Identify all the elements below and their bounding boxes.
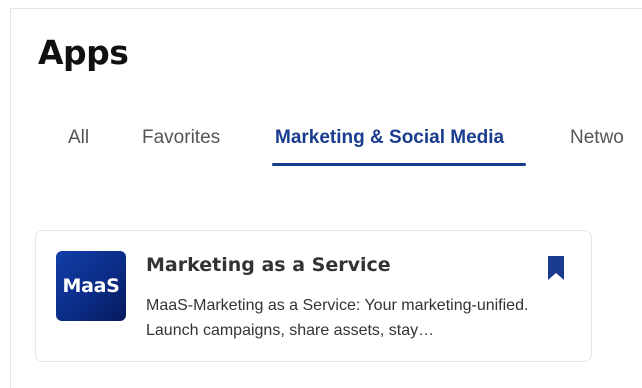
app-card-maas[interactable]: MaaS Marketing as a Service MaaS-Marketi… <box>35 230 592 362</box>
tab-marketing-social-media[interactable]: Marketing & Social Media <box>275 128 504 147</box>
tab-all[interactable]: All <box>68 128 89 147</box>
page-title: Apps <box>38 33 129 72</box>
tab-favorites[interactable]: Favorites <box>142 128 220 147</box>
active-tab-indicator <box>272 163 526 166</box>
app-description: MaaS-Marketing as a Service: Your market… <box>146 297 529 339</box>
category-tabs: All Favorites Marketing & Social Media N… <box>0 122 642 168</box>
tab-networking[interactable]: Netwo <box>570 128 624 147</box>
bookmark-icon[interactable] <box>545 255 567 281</box>
app-title: Marketing as a Service <box>146 254 391 276</box>
app-logo: MaaS <box>56 251 126 321</box>
